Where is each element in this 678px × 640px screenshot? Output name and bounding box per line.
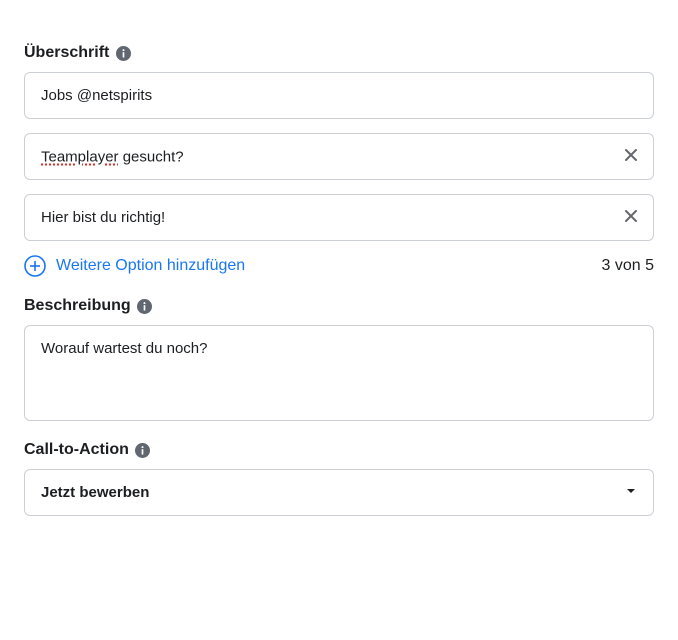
description-label-text: Beschreibung [24, 297, 131, 315]
headline-label: Überschrift [24, 44, 654, 62]
cta-selected-value: Jetzt bewerben [41, 484, 149, 501]
close-icon [623, 147, 639, 166]
cta-select[interactable]: Jetzt bewerben [24, 469, 654, 516]
add-option-row: Weitere Option hinzufügen 3 von 5 [24, 255, 654, 277]
headline-option-2: Teamplayer gesucht? [24, 133, 654, 180]
headline-input-3[interactable] [25, 195, 609, 240]
plus-circle-icon [24, 255, 46, 277]
info-icon[interactable] [115, 45, 131, 61]
headline-option-3 [24, 194, 654, 241]
close-icon [623, 208, 639, 227]
add-option-label: Weitere Option hinzufügen [56, 257, 245, 275]
description-field: Worauf wartest du noch? [24, 325, 654, 421]
headline-input-2[interactable] [25, 134, 609, 179]
headline-counter: 3 von 5 [602, 257, 654, 275]
remove-option-3-button[interactable] [609, 208, 653, 227]
info-icon[interactable] [135, 442, 151, 458]
headline-option-1 [24, 72, 654, 119]
headline-label-text: Überschrift [24, 44, 109, 62]
cta-label: Call-to-Action [24, 441, 654, 459]
headline-input-1[interactable] [25, 73, 653, 118]
chevron-down-icon [625, 484, 637, 501]
cta-label-text: Call-to-Action [24, 441, 129, 459]
remove-option-2-button[interactable] [609, 147, 653, 166]
info-icon[interactable] [137, 298, 153, 314]
description-textarea[interactable]: Worauf wartest du noch? [25, 326, 653, 416]
description-label: Beschreibung [24, 297, 654, 315]
add-option-button[interactable]: Weitere Option hinzufügen [24, 255, 245, 277]
